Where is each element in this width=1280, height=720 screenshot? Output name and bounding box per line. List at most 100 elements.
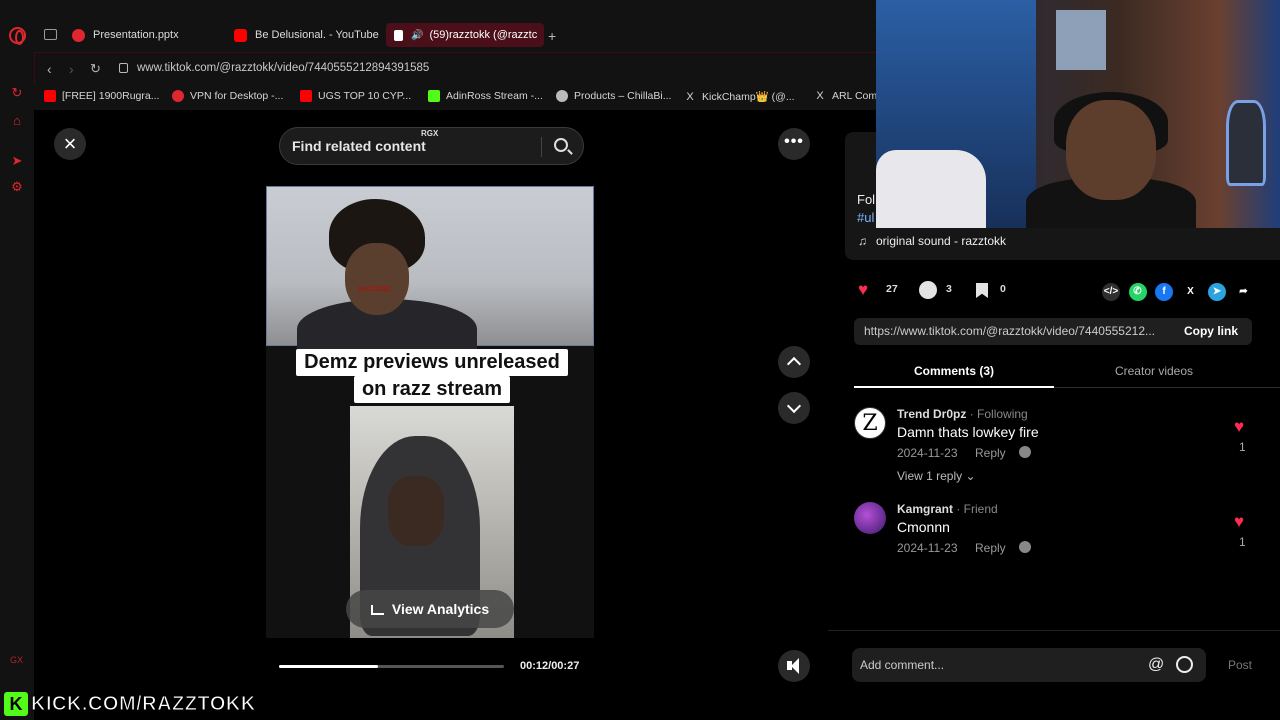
bookmark-label: VPN for Desktop -... xyxy=(190,90,284,102)
tab-label: (59)razztokk (@razztc xyxy=(429,29,538,41)
telegram-icon[interactable]: ➤ xyxy=(1208,283,1226,301)
progress-bar[interactable] xyxy=(279,665,504,668)
kick-favicon-icon xyxy=(428,90,440,102)
tab-islands-icon[interactable] xyxy=(44,29,57,40)
bookmark-item[interactable]: X KickChamp👑 (@... xyxy=(684,90,795,104)
view-replies-label: View 1 reply xyxy=(897,469,963,483)
emoji-icon[interactable] xyxy=(1176,656,1193,673)
x-favicon-icon: X xyxy=(816,90,824,102)
bookmark-item[interactable]: VPN for Desktop -... xyxy=(172,90,283,102)
post-button[interactable]: Post xyxy=(1228,658,1252,672)
bookmark-label: ARL Com xyxy=(832,90,878,102)
back-icon[interactable]: ‹ xyxy=(47,61,52,77)
bookmark-item[interactable]: Products – ChillaBi... xyxy=(556,90,671,102)
comment-tabs: Comments (3) Creator videos xyxy=(854,360,1280,388)
share-link-box: https://www.tiktok.com/@razztokk/video/7… xyxy=(854,318,1252,345)
hashtag-link[interactable]: #ul xyxy=(857,210,874,225)
embed-icon[interactable]: </> xyxy=(1102,283,1120,301)
tab-comments[interactable]: Comments (3) xyxy=(854,364,1054,378)
more-options-button[interactable]: ••• xyxy=(778,128,810,160)
video-frame[interactable]: luv211352 xyxy=(266,186,594,638)
mention-at-icon[interactable]: @ xyxy=(1148,656,1164,674)
tab-creator-videos[interactable]: Creator videos xyxy=(1054,364,1254,378)
reply-button[interactable]: Reply xyxy=(975,446,1006,460)
comment-item: Kamgrant · Friend Cmonnn 2024-11-23 Repl… xyxy=(854,502,1264,562)
avatar[interactable] xyxy=(854,502,886,534)
kick-logo-icon: K xyxy=(4,692,28,716)
view-replies-button[interactable]: View 1 reply ⌄ xyxy=(897,469,976,483)
address-bar: ‹ › ↻ www.tiktok.com/@razztokk/video/744… xyxy=(34,52,876,84)
browser-tabbar: Presentation.pptx Be Delusional. - YouTu… xyxy=(0,0,876,52)
reload-icon[interactable]: ↻ xyxy=(90,61,101,77)
analytics-label: View Analytics xyxy=(391,601,490,617)
tab-label: Be Delusional. - YouTube xyxy=(255,29,379,41)
webcam-person-face xyxy=(1066,100,1156,200)
volume-button[interactable] xyxy=(778,650,810,682)
new-tab-plus-icon[interactable]: + xyxy=(548,28,556,44)
analytics-chart-icon xyxy=(370,605,384,615)
facebook-icon[interactable]: f xyxy=(1155,283,1173,301)
screen: Presentation.pptx Be Delusional. - YouTu… xyxy=(0,0,1280,720)
forward-icon[interactable]: › xyxy=(69,61,74,77)
opera-gx-logo-icon[interactable] xyxy=(9,27,26,45)
tiktok-favicon-icon xyxy=(394,29,403,41)
bookmark-label: [FREE] 1900Rugra... xyxy=(62,90,160,102)
forward-icon[interactable]: ➦ xyxy=(1234,283,1253,301)
whatsapp-icon[interactable]: ✆ xyxy=(1128,283,1147,301)
bookmark-item[interactable]: AdinRoss Stream -... xyxy=(428,90,543,102)
copy-link-button[interactable]: Copy link xyxy=(1184,324,1238,338)
bookmark-item[interactable]: [FREE] 1900Rugra... xyxy=(44,90,159,102)
send-icon[interactable]: ➤ xyxy=(10,154,24,168)
previous-video-button[interactable] xyxy=(778,346,810,378)
tab-tiktok-active[interactable]: 🔊 (59)razztokk (@razztc xyxy=(386,23,544,47)
kick-channel-badge: K KICK.COM/RAZZTOKK xyxy=(4,692,256,716)
progress-fill xyxy=(279,665,378,668)
bookmark-label: UGS TOP 10 CYP... xyxy=(318,90,412,102)
settings-gear-icon[interactable]: ⚙ xyxy=(10,180,24,194)
like-count: 27 xyxy=(886,283,898,295)
x-icon[interactable]: X xyxy=(1181,283,1200,301)
bookmark-label: AdinRoss Stream -... xyxy=(446,90,543,102)
youtube-favicon-icon xyxy=(300,90,312,102)
comment-user[interactable]: Kamgrant · Friend xyxy=(897,502,998,516)
gx-mark: GX xyxy=(10,655,24,665)
follow-text[interactable]: Fol xyxy=(857,192,875,207)
comment-user[interactable]: Trend Dr0pz · Following xyxy=(897,407,1028,421)
comment-placeholder: Add comment... xyxy=(860,658,945,672)
comment-like-icon[interactable]: ♥ xyxy=(1234,417,1244,437)
like-heart-icon[interactable]: ♥ xyxy=(858,281,876,299)
reply-button[interactable]: Reply xyxy=(975,541,1006,555)
next-video-button[interactable] xyxy=(778,392,810,424)
tab-presentation[interactable]: Presentation.pptx xyxy=(72,23,222,47)
comment-like-count: 1 xyxy=(1239,440,1246,454)
tab-youtube[interactable]: Be Delusional. - YouTube xyxy=(234,23,384,47)
close-button[interactable]: × xyxy=(54,128,86,160)
comment-bubble-icon[interactable] xyxy=(919,281,937,299)
save-count: 0 xyxy=(1000,283,1006,295)
bookmark-label: KickChamp👑 (@... xyxy=(702,91,795,103)
comment-text: Cmonnn xyxy=(897,519,950,535)
powerpoint-favicon-icon xyxy=(72,28,85,42)
tab-label: Presentation.pptx xyxy=(93,29,179,41)
sound-link[interactable]: ♫ original sound - razztokk xyxy=(858,234,1006,248)
chevron-down-icon: ⌄ xyxy=(965,469,976,483)
comment-like-count: 1 xyxy=(1239,535,1246,549)
bookmark-label: Products – ChillaBi... xyxy=(574,90,672,102)
gx-control-icon[interactable]: ↻ xyxy=(10,86,24,100)
playback-time: 00:12/00:27 xyxy=(520,660,580,672)
search-icon[interactable] xyxy=(554,138,568,152)
bookmark-item[interactable]: X ARL Com xyxy=(814,90,877,102)
bookmark-item[interactable]: UGS TOP 10 CYP... xyxy=(300,90,411,102)
avatar[interactable]: Z xyxy=(854,407,886,439)
add-comment-input[interactable]: Add comment... @ xyxy=(852,648,1206,682)
search-placeholder: Find related content xyxy=(292,138,426,154)
view-analytics-button[interactable]: View Analytics xyxy=(346,590,514,628)
rgx-tag: RGX xyxy=(421,129,439,138)
sound-label: original sound - razztokk xyxy=(876,234,1007,248)
gx-corner-icon[interactable]: ⌂ xyxy=(10,114,24,128)
share-link-url[interactable]: https://www.tiktok.com/@razztokk/video/7… xyxy=(864,324,1155,338)
comment-username: Kamgrant xyxy=(897,502,954,516)
url-field[interactable]: www.tiktok.com/@razztokk/video/744055521… xyxy=(137,62,429,74)
comment-like-icon[interactable]: ♥ xyxy=(1234,512,1244,532)
speaker-icon: 🔊 xyxy=(411,29,424,41)
